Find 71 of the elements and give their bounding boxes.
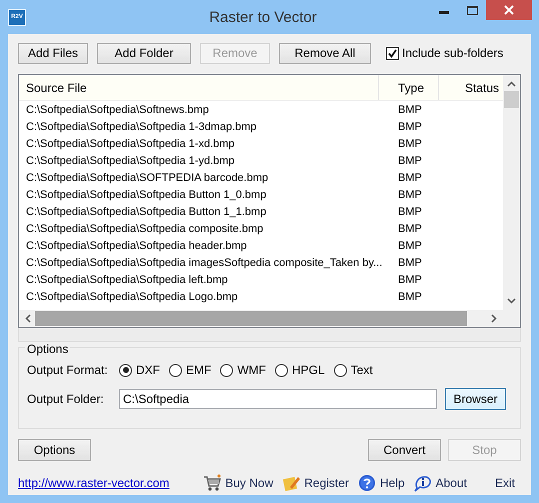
- table-cell-text: BMP: [397, 240, 423, 252]
- table-cell-text: BMP: [397, 206, 423, 218]
- scroll-thumb[interactable]: [35, 311, 467, 326]
- scroll-right-icon: [491, 314, 497, 323]
- checkmark-icon: [388, 48, 397, 58]
- question-icon: [358, 474, 376, 492]
- table-cell-text: C:\Softpedia\Softpedia\Softpedia 1-yd.bmp: [25, 154, 236, 166]
- table-cell-text: BMP: [397, 290, 423, 302]
- field-label: Output Folder:: [27, 392, 105, 406]
- radio-button[interactable]: [334, 364, 347, 376]
- table-cell-text: C:\Softpedia\Softpedia\Softpedia 1-3dmap.bmp: [25, 120, 258, 132]
- checkbox-label: Include sub-folders: [402, 46, 504, 60]
- action-button[interactable]: Options: [18, 439, 91, 461]
- cart-icon: [203, 474, 222, 492]
- table-cell-text: C:\Softpedia\Softpedia\Softnews.bmp: [25, 104, 210, 116]
- action-button[interactable]: Convert: [368, 439, 441, 461]
- footer-link[interactable]: Exit: [494, 476, 515, 490]
- footer-link[interactable]: About: [414, 474, 467, 492]
- table-cell-text: BMP: [397, 274, 423, 286]
- column-header[interactable]: Type: [379, 75, 439, 100]
- table-cell-text: C:\Softpedia\Softpedia\Softpedia Logo.bmp: [25, 290, 239, 302]
- vertical-scrollbar[interactable]: [503, 75, 520, 310]
- folder-field[interactable]: C:\Softpedia: [119, 389, 437, 409]
- close-icon: [504, 5, 514, 15]
- table-cell-text: C:\Softpedia\Softpedia\SOFTPEDIA barcode.bmp: [25, 172, 270, 184]
- table-cell-text: BMP: [397, 138, 423, 150]
- table-cell-text: C:\Softpedia\Softpedia\Softpedia 1-xd.bmp: [25, 138, 236, 150]
- footer-link[interactable]: Help: [358, 474, 405, 492]
- footer-link[interactable]: Buy Now: [203, 474, 274, 492]
- browse-button[interactable]: Browser: [445, 388, 506, 410]
- table-cell-text: C:\Softpedia\Softpedia\Softpedia left.bmp: [25, 274, 229, 286]
- info-icon: [414, 474, 432, 492]
- scroll-left-icon: [25, 314, 31, 323]
- table-cell-text: C:\Softpedia\Softpedia\Softpedia imagesSoftpedia composite_Taken by...: [25, 256, 379, 268]
- toolbar-button[interactable]: Add Files: [18, 42, 88, 64]
- footer-link[interactable]: Register: [282, 474, 349, 492]
- table-cell-text: BMP: [397, 154, 423, 166]
- table-cell-text: BMP: [397, 120, 423, 132]
- radio-button[interactable]: [119, 364, 132, 376]
- table-cell-text: BMP: [397, 222, 423, 234]
- table-cell-text: C:\Softpedia\Softpedia\Softpedia composite.bmp: [25, 222, 264, 234]
- scroll-up-icon: [507, 81, 516, 87]
- maximize-icon: [466, 6, 478, 14]
- radio-label: WMF: [237, 363, 266, 377]
- scroll-thumb[interactable]: [504, 91, 519, 108]
- radio-label: DXF: [136, 363, 160, 377]
- table-cell-text: BMP: [397, 104, 423, 116]
- radio-label: EMF: [186, 363, 212, 377]
- radio-label: Text: [350, 363, 373, 377]
- field-label: Output Format:: [27, 363, 109, 377]
- website-link[interactable]: http://www.raster-vector.com: [18, 476, 170, 490]
- table-cell-text: C:\Softpedia\Softpedia\Softpedia Button 1_0.bmp: [25, 188, 268, 200]
- table-cell-text: C:\Softpedia\Softpedia\Softpedia Button 1_1.bmp: [25, 206, 268, 218]
- window-title: Raster to Vector: [208, 8, 318, 26]
- column-header[interactable]: Status: [439, 75, 503, 100]
- scroll-down-icon: [507, 298, 516, 304]
- radio-button[interactable]: [169, 364, 182, 376]
- toolbar-button[interactable]: Remove All: [279, 42, 371, 64]
- radio-button[interactable]: [275, 364, 288, 376]
- group-title: Options: [25, 342, 70, 356]
- checkbox[interactable]: [386, 46, 399, 60]
- table-cell-text: BMP: [397, 172, 423, 184]
- table-cell-text: BMP: [397, 188, 423, 200]
- toolbar-button[interactable]: Add Folder: [97, 42, 191, 64]
- close-button[interactable]: [486, 0, 532, 20]
- table-cell-text: C:\Softpedia\Softpedia\Softpedia header.bmp: [25, 240, 248, 252]
- pencil-note-icon: [282, 474, 300, 492]
- column-header[interactable]: Source File: [19, 75, 379, 100]
- radio-button[interactable]: [220, 364, 234, 376]
- radio-label: HPGL: [292, 363, 325, 377]
- horizontal-scrollbar[interactable]: [19, 310, 503, 327]
